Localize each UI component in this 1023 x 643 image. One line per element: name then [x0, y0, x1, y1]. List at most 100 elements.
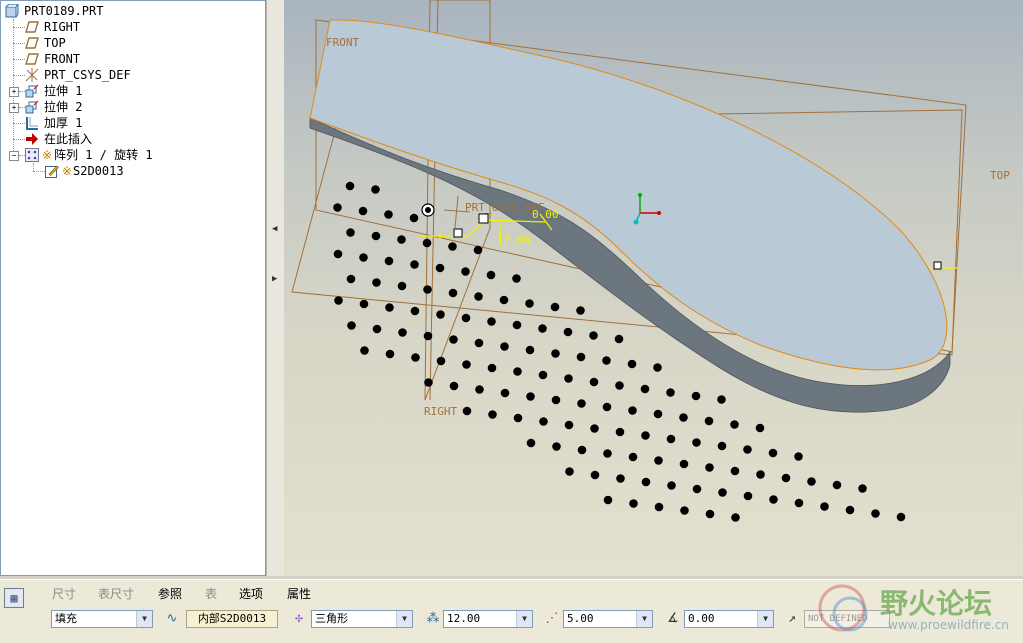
- tab-table[interactable]: 表: [205, 585, 217, 602]
- pattern-dot: [769, 495, 778, 504]
- pattern-dot: [653, 409, 663, 419]
- pattern-dot: [781, 473, 791, 483]
- pattern-dot: [743, 491, 753, 501]
- pattern-dot: [462, 406, 472, 416]
- sketch-collector[interactable]: 内部S2D0013: [186, 610, 278, 628]
- pattern-dot: [577, 445, 587, 455]
- tab-options[interactable]: 选项: [239, 585, 263, 602]
- pattern-dot: [871, 509, 880, 518]
- rotation-field[interactable]: 0.00 ▼: [684, 610, 774, 628]
- extrude-icon: [25, 100, 39, 114]
- pattern-dot: [692, 438, 701, 447]
- pattern-dot: [577, 399, 586, 408]
- pattern-dot: [372, 324, 382, 334]
- part-icon: [5, 4, 19, 18]
- pattern-dot: [692, 484, 702, 494]
- pattern-dot: [628, 452, 638, 462]
- tree-line: [13, 123, 25, 124]
- pattern-dot: [345, 181, 355, 191]
- arrangement-select[interactable]: 三角形 ▼: [311, 610, 413, 628]
- pattern-dot: [590, 470, 600, 480]
- tree-item-label: 拉伸 2: [44, 100, 83, 114]
- pattern-dashboard: ▦ 尺寸 表尺寸 参照 表 选项 属性 填充 ▼ ∿ 内部S2D0013 ✣ 三…: [0, 579, 1023, 643]
- datum-plane-icon: [25, 37, 39, 49]
- pattern-dot: [550, 302, 560, 312]
- tree-item-label: 阵列 1 / 旋转 1: [54, 148, 153, 162]
- tab-table-dimensions[interactable]: 表尺寸: [98, 585, 134, 602]
- pattern-dot: [654, 456, 663, 465]
- pattern-dot: [346, 274, 356, 284]
- pattern-dot: [436, 310, 445, 319]
- collapse-toggle[interactable]: −: [9, 151, 19, 161]
- pattern-dot: [615, 427, 625, 437]
- pattern-dot: [525, 345, 535, 355]
- tab-dimensions[interactable]: 尺寸: [52, 585, 76, 602]
- pattern-dot: [576, 306, 585, 315]
- csys-icon: [25, 68, 39, 82]
- dimension-angle-label[interactable]: 0.00: [532, 208, 559, 221]
- shell-top-surface: [309, 19, 948, 371]
- expand-toggle[interactable]: +: [9, 87, 19, 97]
- radial-direction-field[interactable]: NOT DEFINED: [804, 610, 890, 628]
- pattern-dot: [486, 270, 496, 280]
- expand-toggle[interactable]: +: [9, 103, 19, 113]
- dimension-spacing-label[interactable]: 12.00: [497, 234, 530, 247]
- chevron-down-icon[interactable]: ▼: [136, 611, 152, 627]
- pattern-dot: [473, 245, 483, 255]
- tree-item-label: PRT0189.PRT: [24, 4, 104, 18]
- pattern-dot: [563, 327, 573, 337]
- pattern-dot: [359, 299, 369, 309]
- drag-handle[interactable]: [478, 213, 489, 224]
- pattern-dot: [334, 296, 343, 305]
- pattern-dot: [488, 410, 497, 419]
- chevron-down-icon[interactable]: ▼: [757, 611, 773, 627]
- spacing-field[interactable]: 12.00 ▼: [443, 610, 533, 628]
- watermark-title: 野火论坛: [880, 587, 993, 620]
- pattern-dot: [538, 324, 547, 333]
- rotation-value: 0.00: [688, 612, 715, 625]
- pattern-dot: [616, 474, 625, 483]
- pattern-dot: [487, 317, 496, 326]
- panel-splitter[interactable]: ◀ ▶: [266, 0, 284, 576]
- datum-label-top: TOP: [990, 169, 1010, 182]
- sketch-origin-center: [425, 207, 431, 213]
- pattern-dot: [423, 285, 432, 294]
- pattern-dot: [614, 334, 624, 344]
- drag-handle[interactable]: [453, 228, 463, 238]
- pattern-dot: [552, 442, 561, 451]
- pattern-dot: [603, 495, 613, 505]
- tree-line: [33, 171, 45, 172]
- pattern-type-select[interactable]: 填充 ▼: [51, 610, 153, 628]
- pattern-dot: [526, 392, 535, 401]
- pattern-dot: [666, 388, 675, 397]
- border-offset-field[interactable]: 5.00 ▼: [563, 610, 653, 628]
- collapse-left-arrow-icon[interactable]: ◀: [272, 224, 277, 234]
- pattern-dot: [410, 306, 420, 316]
- pattern-dot: [666, 434, 676, 444]
- tree-item-label: S2D0013: [73, 164, 124, 178]
- tab-properties[interactable]: 属性: [287, 585, 311, 602]
- pattern-dot: [641, 477, 651, 487]
- tree-line: [13, 27, 25, 28]
- pattern-dot: [602, 356, 611, 365]
- pattern-dot: [360, 346, 369, 355]
- pattern-dot: [628, 406, 637, 415]
- tab-references[interactable]: 参照: [158, 585, 182, 602]
- graphics-window[interactable]: FRONT TOP RIGHT PRT_CSYS_DEF 12.00 0.00: [284, 0, 1023, 576]
- chevron-down-icon[interactable]: ▼: [516, 611, 532, 627]
- chevron-down-icon[interactable]: ▼: [396, 611, 412, 627]
- pattern-dot: [500, 388, 510, 398]
- pattern-dot: [756, 470, 765, 479]
- pattern-dot: [564, 374, 573, 383]
- pattern-dot: [730, 420, 739, 429]
- border-offset-value: 5.00: [567, 612, 594, 625]
- tree-item-label: 在此插入: [44, 132, 93, 146]
- drag-handle[interactable]: [933, 261, 942, 270]
- pattern-dot: [384, 210, 393, 219]
- expand-right-arrow-icon[interactable]: ▶: [272, 274, 277, 284]
- chevron-down-icon[interactable]: ▼: [636, 611, 652, 627]
- pattern-dot: [730, 466, 740, 476]
- tree-item-label: 拉伸 1: [44, 84, 83, 98]
- pattern-dot: [755, 423, 765, 433]
- pattern-dot: [475, 385, 484, 394]
